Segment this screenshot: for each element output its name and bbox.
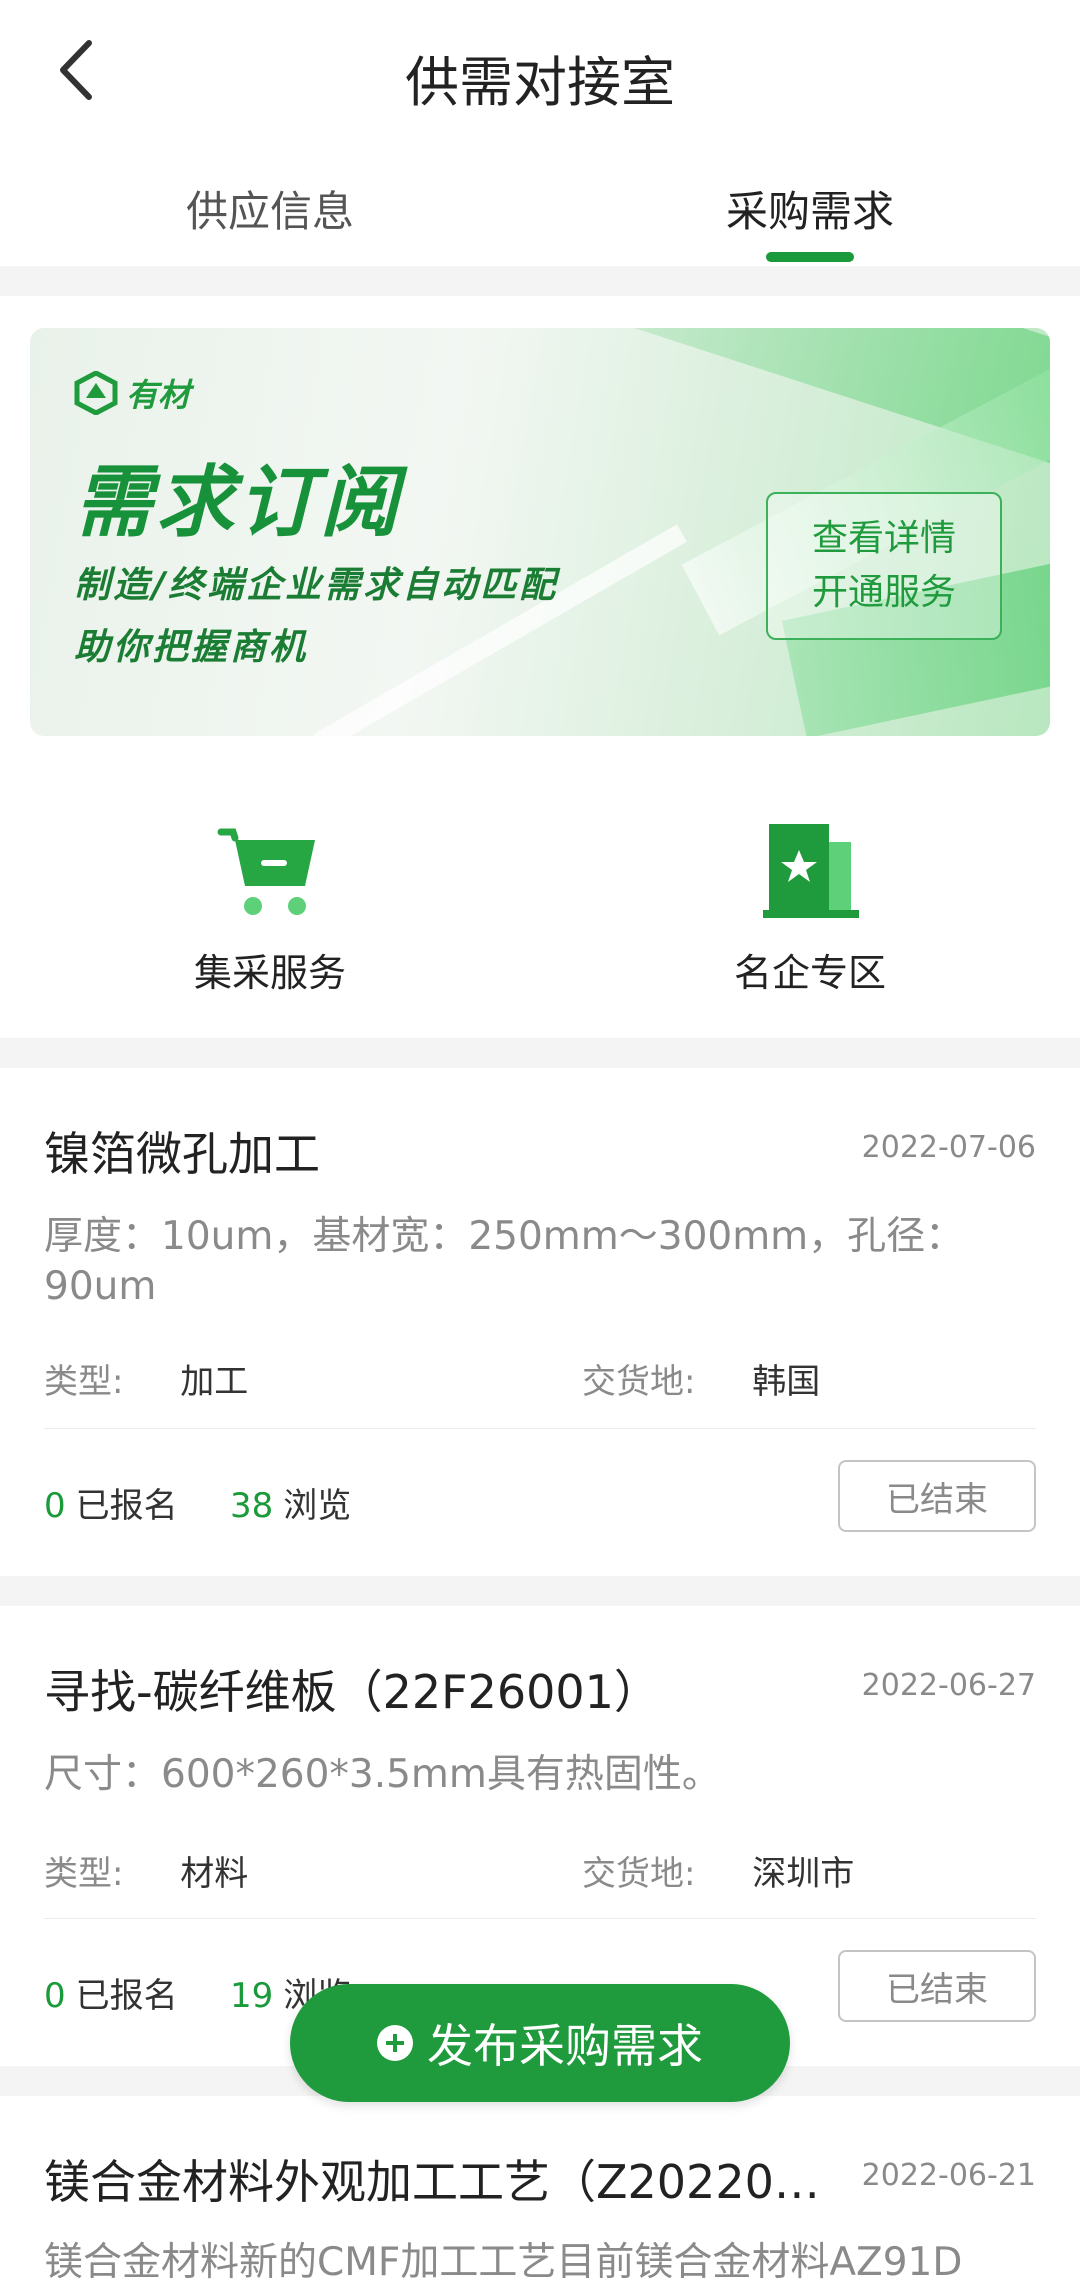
- banner-subtitle: 助你把握商机: [74, 627, 309, 668]
- list-item[interactable]: 镁合金材料外观加工工艺（Z20220… 2022-06-21 镁合金材料新的CM…: [0, 2096, 1080, 2280]
- listing-description: 厚度：10um，基材宽：250mm～300mm，孔径：90um: [44, 1214, 965, 1309]
- section-divider: [0, 1576, 1080, 1606]
- registered-stat: 0 已报名: [44, 1968, 178, 2017]
- views-count: 19: [230, 1976, 274, 2016]
- brand-logo: 有材: [74, 370, 190, 416]
- registered-label: 已报名: [75, 1486, 178, 1526]
- card-divider: [44, 1428, 1036, 1429]
- card-divider: [44, 1918, 1036, 1919]
- brand-logo-icon: [74, 371, 118, 415]
- listing-delivery: 交货地: 韩国: [582, 1354, 820, 1403]
- cart-icon: [215, 820, 325, 920]
- registered-count: 0: [44, 1486, 66, 1526]
- top-bar: 供需对接室: [0, 0, 1080, 145]
- delivery-value: 深圳市: [752, 1854, 855, 1894]
- tab-bar: 供应信息 采购需求: [0, 150, 1080, 266]
- registered-stat: 0 已报名: [44, 1478, 178, 1527]
- listing-date: 2022-07-06: [861, 1130, 1036, 1165]
- active-tab-indicator: [766, 252, 854, 262]
- section-divider: [0, 266, 1080, 296]
- publish-demand-label: 发布采购需求: [427, 2019, 703, 2073]
- status-ended-button[interactable]: 已结束: [838, 1950, 1036, 2022]
- section-divider: [0, 1038, 1080, 1068]
- views-label: 浏览: [283, 1486, 352, 1526]
- famous-enterprise-entry[interactable]: 名企专区: [660, 820, 960, 997]
- banner-subtitle: 制造/终端企业需求自动匹配: [74, 565, 559, 606]
- tab-purchase-demand[interactable]: 采购需求: [660, 178, 960, 239]
- cta-line: 查看详情: [811, 518, 956, 559]
- view-details-button[interactable]: 查看详情 开通服务: [766, 492, 1002, 640]
- plus-circle-icon: [377, 2025, 413, 2061]
- registered-count: 0: [44, 1976, 66, 2016]
- brand-logo-text: 有材: [126, 376, 191, 414]
- famous-enterprise-label: 名企专区: [733, 951, 886, 995]
- delivery-value: 韩国: [752, 1362, 821, 1402]
- type-label: 类型:: [44, 1362, 124, 1402]
- listing-description: 尺寸：600*260*3.5mm具有热固性。: [44, 1752, 721, 1797]
- status-ended-button[interactable]: 已结束: [838, 1460, 1036, 1532]
- delivery-label: 交货地:: [582, 1854, 696, 1894]
- listing-type: 类型: 材料: [44, 1846, 248, 1895]
- type-value: 加工: [180, 1362, 249, 1402]
- registered-label: 已报名: [75, 1976, 178, 2016]
- banner-title: 需求订阅: [74, 458, 403, 548]
- listing-description: 镁合金材料新的CMF加工工艺目前镁合金材料AZ91D: [44, 2240, 963, 2280]
- listing-delivery: 交货地: 深圳市: [582, 1846, 854, 1895]
- views-stat: 38 浏览: [230, 1478, 351, 1527]
- listing-title: 寻找-碳纤维板（22F26001）: [44, 1665, 660, 1719]
- tab-supply-info[interactable]: 供应信息: [120, 178, 420, 239]
- publish-demand-button[interactable]: 发布采购需求: [290, 1984, 790, 2102]
- type-value: 材料: [180, 1854, 249, 1894]
- listing-title: 镁合金材料外观加工工艺（Z20220…: [44, 2155, 820, 2209]
- building-star-icon: [755, 820, 865, 920]
- listing-date: 2022-06-27: [861, 1668, 1036, 1703]
- views-count: 38: [230, 1486, 274, 1526]
- subscription-banner[interactable]: 有材 需求订阅 制造/终端企业需求自动匹配 助你把握商机 查看详情 开通服务: [30, 328, 1050, 736]
- group-purchase-entry[interactable]: 集采服务: [120, 820, 420, 997]
- cta-line: 开通服务: [811, 572, 956, 613]
- list-item[interactable]: 镍箔微孔加工 2022-07-06 厚度：10um，基材宽：250mm～300m…: [0, 1068, 1080, 1576]
- listing-title: 镍箔微孔加工: [44, 1127, 320, 1181]
- listing-date: 2022-06-21: [861, 2158, 1036, 2193]
- listing-type: 类型: 加工: [44, 1354, 248, 1403]
- type-label: 类型:: [44, 1854, 124, 1894]
- page-title: 供需对接室: [405, 51, 675, 114]
- group-purchase-label: 集采服务: [193, 951, 346, 995]
- delivery-label: 交货地:: [582, 1362, 696, 1402]
